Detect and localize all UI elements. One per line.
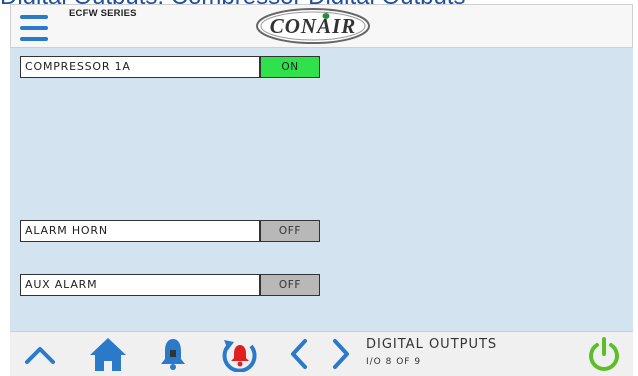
power-icon[interactable]: [586, 336, 622, 372]
output-label: AUX ALARM: [20, 274, 260, 296]
bell-icon[interactable]: [158, 336, 188, 372]
chevron-up-icon[interactable]: [22, 336, 58, 372]
chevron-right-icon[interactable]: [328, 336, 354, 372]
output-label: COMPRESSOR 1A: [20, 56, 260, 78]
series-label: ECFW SERIES: [69, 8, 137, 19]
menu-icon[interactable]: [20, 13, 48, 43]
output-state-button[interactable]: OFF: [260, 274, 320, 296]
main-content: COMPRESSOR 1A ON ALARM HORN OFF AUX ALAR…: [10, 48, 633, 331]
footer-bar: DIGITAL OUTPUTS I/O 8 OF 9: [10, 331, 633, 376]
output-label: ALARM HORN: [20, 220, 260, 242]
logo-text: CONAIR: [270, 14, 357, 38]
page-subtitle: I/O 8 OF 9: [366, 357, 422, 367]
chevron-left-icon[interactable]: [286, 336, 312, 372]
home-icon[interactable]: [88, 336, 128, 372]
alarm-reset-icon[interactable]: [220, 336, 260, 372]
output-state-button[interactable]: ON: [260, 56, 320, 78]
conair-logo: CONAIR: [256, 8, 370, 44]
output-state-button[interactable]: OFF: [260, 220, 320, 242]
page-title: DIGITAL OUTPUTS: [366, 337, 498, 352]
header-bar: ECFW SERIES CONAIR: [10, 4, 633, 48]
